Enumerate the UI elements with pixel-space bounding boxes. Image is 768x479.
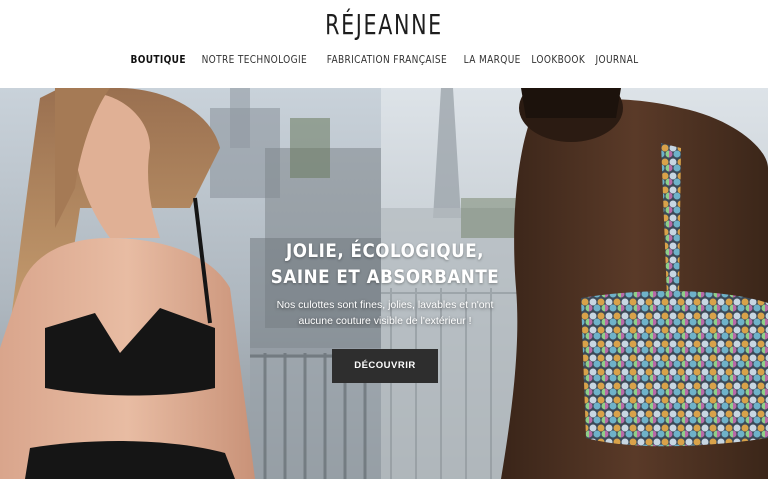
hero-title-line-1: JOLIE, ÉCOLOGIQUE,	[285, 240, 485, 262]
hero-title-line-2: SAINE ET ABSORBANTE	[270, 266, 500, 288]
nav-item-boutique[interactable]: BOUTIQUE	[131, 54, 186, 66]
nav-item-lookbook[interactable]: LOOKBOOK	[532, 54, 586, 66]
nav-item-journal[interactable]: JOURNAL	[595, 54, 638, 66]
hero-title: JOLIE, ÉCOLOGIQUE, SAINE ET ABSORBANTE	[249, 238, 522, 290]
discover-button[interactable]: DÉCOUVRIR	[332, 349, 438, 383]
main-nav: BOUTIQUE NOTRE TECHNOLOGIE FABRICATION F…	[0, 54, 768, 66]
hero-subtitle: Nos culottes sont fines, jolies, lavable…	[230, 297, 540, 329]
nav-item-fabrication-francaise[interactable]: FABRICATION FRANÇAISE	[327, 54, 447, 66]
hero-subtitle-line-1: Nos culottes sont fines, jolies, lavable…	[276, 299, 494, 311]
site-header: RÉJEANNE BOUTIQUE NOTRE TECHNOLOGIE FABR…	[0, 0, 768, 88]
hero-banner: JOLIE, ÉCOLOGIQUE, SAINE ET ABSORBANTE N…	[0, 88, 768, 479]
hero-subtitle-line-2: aucune couture visible de l'extérieur !	[298, 315, 472, 327]
nav-item-notre-technologie[interactable]: NOTRE TECHNOLOGIE	[201, 54, 306, 66]
nav-item-la-marque[interactable]: LA MARQUE	[464, 54, 521, 66]
hero-content: JOLIE, ÉCOLOGIQUE, SAINE ET ABSORBANTE N…	[230, 238, 540, 383]
brand-logo[interactable]: RÉJEANNE	[69, 8, 699, 41]
